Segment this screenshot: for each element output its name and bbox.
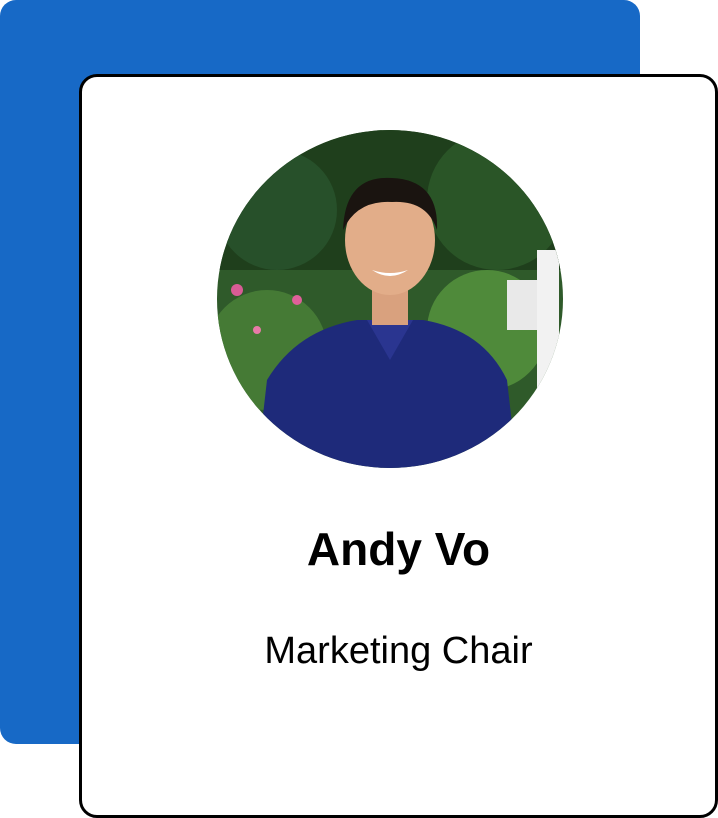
member-name: Andy Vo — [306, 523, 491, 575]
member-role: Marketing Chair — [264, 630, 533, 672]
profile-card: Andy Vo Marketing Chair — [79, 74, 718, 818]
profile-photo — [217, 130, 563, 468]
